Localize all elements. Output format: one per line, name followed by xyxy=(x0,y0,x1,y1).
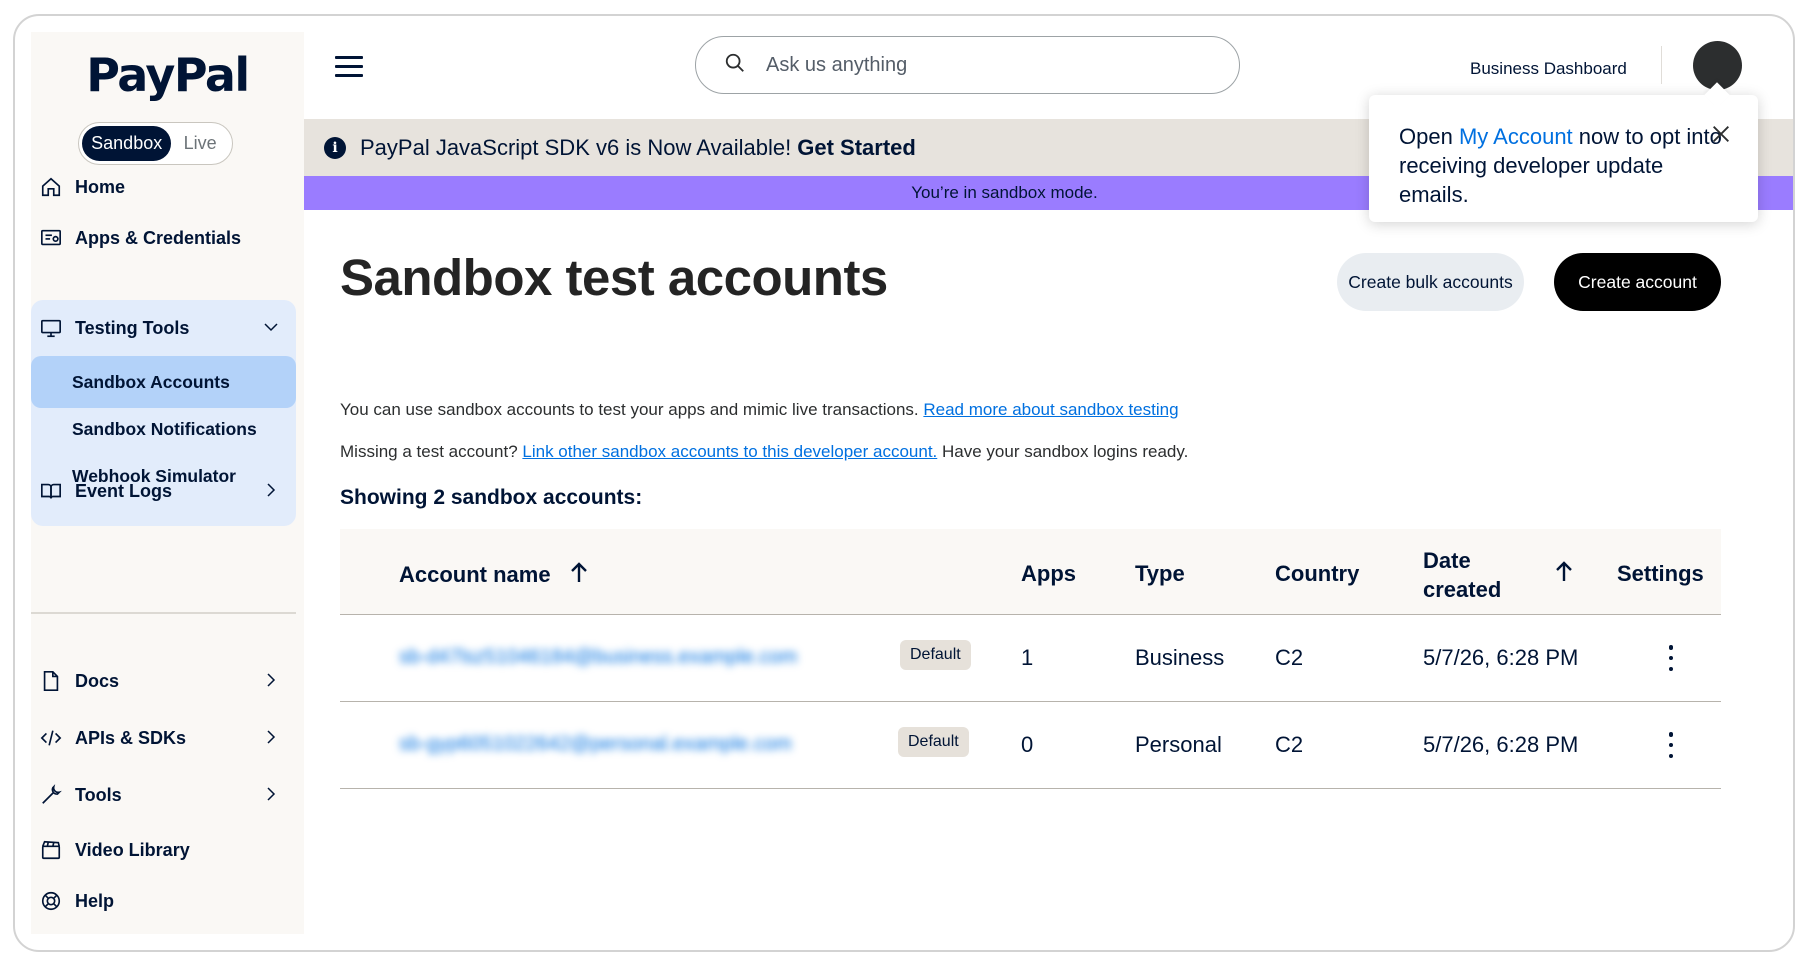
account-country: C2 xyxy=(1275,645,1304,670)
date-created: 5/7/26, 6:28 PM xyxy=(1423,732,1579,757)
apps-count: 1 xyxy=(1021,645,1034,670)
header-divider xyxy=(1661,46,1662,84)
default-badge: Default xyxy=(900,640,971,670)
business-dashboard-link[interactable]: Business Dashboard xyxy=(1470,59,1627,79)
my-account-popover: Open My Account now to opt into receivin… xyxy=(1369,95,1758,222)
sidebar-item-label: Docs xyxy=(75,670,120,691)
lifebuoy-icon xyxy=(39,889,63,913)
page-title: Sandbox test accounts xyxy=(340,249,888,306)
sidebar-divider xyxy=(31,612,296,614)
sort-arrow-up-icon[interactable] xyxy=(1554,560,1574,587)
sidebar-item-tools[interactable]: Tools xyxy=(31,773,296,817)
code-icon xyxy=(39,726,63,750)
column-account-name[interactable]: Account name xyxy=(399,561,589,589)
search-input[interactable] xyxy=(766,53,1186,77)
env-option-live[interactable]: Live xyxy=(171,126,229,161)
wrench-icon xyxy=(39,783,63,807)
sidebar-item-event-logs[interactable]: Event Logs xyxy=(31,469,296,513)
chevron-right-icon xyxy=(262,728,280,751)
sidebar-item-sandbox-accounts[interactable]: Sandbox Accounts xyxy=(31,356,296,408)
sidebar-item-sandbox-notifications[interactable]: Sandbox Notifications xyxy=(31,403,296,455)
book-icon xyxy=(39,479,63,503)
account-email-link[interactable]: sb-d47lsz51046184@business.example.com xyxy=(399,646,797,669)
link-accounts-link[interactable]: Link other sandbox accounts to this deve… xyxy=(522,442,937,461)
more-options-icon[interactable] xyxy=(1661,732,1681,758)
column-date-created[interactable]: Date created xyxy=(1423,546,1503,604)
table-row: sb-d47lsz51046184@business.example.com D… xyxy=(340,615,1721,702)
search-icon xyxy=(724,52,746,79)
account-email-link[interactable]: sb-gyp6051022642@personal.example.com xyxy=(399,733,792,756)
app-window: PayPal Sandbox Live Home Apps & Credenti… xyxy=(13,14,1795,952)
home-icon xyxy=(39,175,63,199)
intro-text: You can use sandbox accounts to test you… xyxy=(340,400,919,419)
chevron-right-icon xyxy=(262,671,280,694)
document-icon xyxy=(39,669,63,693)
sidebar-item-label: Video Library xyxy=(75,839,190,860)
sidebar-item-label: Tools xyxy=(75,784,122,805)
my-account-link[interactable]: My Account xyxy=(1459,124,1573,149)
missing-suffix: Have your sandbox logins ready. xyxy=(942,442,1189,461)
missing-text: Missing a test account? xyxy=(340,442,518,461)
close-icon[interactable] xyxy=(1710,123,1732,145)
table-row: sb-gyp6051022642@personal.example.com De… xyxy=(340,702,1721,789)
env-option-sandbox[interactable]: Sandbox xyxy=(82,126,172,161)
table-header: Account name Apps Type Country Date crea… xyxy=(340,529,1721,615)
banner-text: PayPal JavaScript SDK v6 is Now Availabl… xyxy=(360,134,792,160)
more-options-icon[interactable] xyxy=(1661,645,1681,671)
chevron-right-icon xyxy=(262,481,280,504)
sidebar-item-label: Help xyxy=(75,890,115,911)
environment-toggle[interactable]: Sandbox Live xyxy=(78,122,233,165)
account-type: Business xyxy=(1135,645,1225,670)
popover-prefix: Open xyxy=(1399,124,1453,149)
column-settings: Settings xyxy=(1617,561,1704,586)
search-bar[interactable] xyxy=(695,36,1240,94)
accounts-table: Account name Apps Type Country Date crea… xyxy=(340,529,1721,789)
sidebar-item-apis-sdks[interactable]: APIs & SDKs xyxy=(31,716,296,760)
sidebar-item-label: Home xyxy=(75,176,126,197)
default-badge: Default xyxy=(898,727,969,757)
sidebar-item-video-library[interactable]: Video Library xyxy=(31,828,296,872)
sidebar-item-label: Apps & Credentials xyxy=(75,227,242,248)
apps-icon xyxy=(39,226,63,250)
apps-count: 0 xyxy=(1021,732,1034,757)
sidebar-item-label: APIs & SDKs xyxy=(75,727,187,748)
sort-arrow-up-icon xyxy=(569,561,589,589)
sidebar-item-label: Testing Tools xyxy=(75,317,190,338)
create-account-button[interactable]: Create account xyxy=(1554,253,1721,311)
sidebar-item-docs[interactable]: Docs xyxy=(31,659,296,703)
intro-paragraph: You can use sandbox accounts to test you… xyxy=(340,400,1179,420)
accounts-count-heading: Showing 2 sandbox accounts: xyxy=(340,486,643,509)
sidebar-item-label: Event Logs xyxy=(75,480,173,501)
create-bulk-accounts-button[interactable]: Create bulk accounts xyxy=(1337,253,1524,311)
get-started-link[interactable]: Get Started xyxy=(797,135,916,161)
chevron-right-icon xyxy=(262,785,280,808)
read-more-link[interactable]: Read more about sandbox testing xyxy=(923,400,1178,419)
hamburger-menu-icon[interactable] xyxy=(335,56,363,80)
sidebar-item-apps-credentials[interactable]: Apps & Credentials xyxy=(31,216,296,260)
monitor-icon xyxy=(39,316,63,340)
sidebar-item-home[interactable]: Home xyxy=(31,165,296,209)
account-type: Personal xyxy=(1135,732,1222,757)
date-created: 5/7/26, 6:28 PM xyxy=(1423,645,1579,670)
column-country: Country xyxy=(1275,561,1360,586)
sidebar-item-testing-tools[interactable]: Testing Tools xyxy=(31,306,296,350)
video-icon xyxy=(39,838,63,862)
column-apps: Apps xyxy=(1021,561,1076,586)
info-icon: i xyxy=(324,136,346,159)
chevron-down-icon xyxy=(262,318,280,341)
column-type: Type xyxy=(1135,561,1185,586)
missing-account-paragraph: Missing a test account? Link other sandb… xyxy=(340,442,1188,462)
account-country: C2 xyxy=(1275,732,1304,757)
sidebar: PayPal Sandbox Live Home Apps & Credenti… xyxy=(31,32,304,934)
paypal-logo[interactable]: PayPal xyxy=(31,48,304,102)
sidebar-item-help[interactable]: Help xyxy=(31,879,296,923)
